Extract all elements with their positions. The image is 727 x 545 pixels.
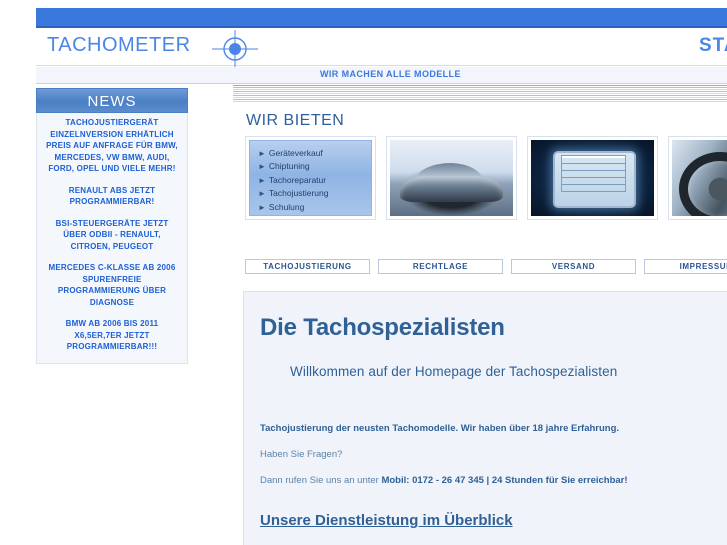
- brand-right-text: STANDARD: [699, 35, 727, 56]
- news-item: BMW AB 2006 BIS 2011 X6,5ER,7ER JETZT PR…: [65, 319, 159, 351]
- contact-phone: Mobil: 0172 - 26 47 345 | 24 Stunden für…: [381, 475, 628, 486]
- services-list-panel: ► Geräteverkauf ► Chiptuning ► Tachoreparat…: [245, 136, 376, 220]
- services-overview-link[interactable]: Unsere Dienstleistung im Überblick: [260, 512, 513, 529]
- service-label: Chiptuning: [268, 161, 310, 172]
- slogan-text: WIR MACHEN ALLE MODELLE: [320, 69, 461, 79]
- top-blue-band: [36, 8, 727, 28]
- offer-heading: WIR BIETEN: [246, 112, 345, 129]
- service-label: Tachojustierung: [268, 188, 329, 199]
- contact-prefix: Dann rufen Sie uns an unter: [260, 475, 382, 486]
- service-label: Schulung: [268, 201, 305, 212]
- site-logo-text[interactable]: TACHOMETER: [47, 34, 191, 57]
- nav-item-tachojustierung[interactable]: TACHOJUSTIERUNG: [245, 259, 370, 274]
- question-text: Haben Sie Fragen?: [260, 449, 343, 460]
- services-list: ► Geräteverkauf ► Chiptuning ► Tachoreparat…: [249, 140, 372, 216]
- news-item: BSI-STEUERGERÄTE JETZT ÜBER ODBII - RENA…: [55, 218, 169, 251]
- arrow-right-icon: ►: [258, 162, 266, 172]
- main-content-panel: Die Tachospezialisten Willkommen auf der…: [243, 291, 727, 545]
- sidebar: NEWS TACHOJUSTIERGERÄT EINZELNVERSION ER…: [36, 88, 188, 364]
- device-screen-photo: [527, 136, 658, 220]
- news-item: MERCEDES C-KLASSE AB 2006 SPURENFREIE PR…: [48, 263, 176, 307]
- steering-wheel-photo-image: [672, 140, 727, 216]
- site-container: TACHOMETER STANDARD WIR MACHEN ALLE MODE…: [36, 8, 727, 545]
- arrow-right-icon: ►: [258, 175, 266, 185]
- nav-item-impressum[interactable]: IMPRESSUM: [644, 259, 727, 274]
- service-label: Tachoreparatur: [268, 174, 327, 185]
- header-logo-row: TACHOMETER STANDARD: [36, 30, 727, 70]
- feature-strip: ► Geräteverkauf ► Chiptuning ► Tachoreparat…: [233, 136, 727, 220]
- arrow-right-icon: ►: [258, 149, 266, 158]
- welcome-text: Willkommen auf der Homepage der Tachospe…: [290, 364, 618, 379]
- intro-text: Tachojustierung der neusten Tachomodelle…: [260, 423, 620, 434]
- news-item: TACHOJUSTIERGERÄT EINZELNVERSION ERHÄTLI…: [46, 118, 178, 173]
- service-item[interactable]: ► Tachoreparatur: [258, 174, 371, 187]
- page-root: TACHOMETER STANDARD WIR MACHEN ALLE MODE…: [0, 0, 727, 545]
- service-item[interactable]: ► Chiptuning: [258, 160, 371, 173]
- steering-wheel-photo: [668, 136, 727, 220]
- decorative-stripes: [233, 85, 727, 102]
- sidebar-news-header: NEWS: [36, 88, 188, 113]
- device-screen-photo-image: [531, 140, 654, 216]
- nav-item-versand[interactable]: VERSAND: [511, 259, 636, 274]
- service-label: Geräteverkauf: [268, 148, 323, 158]
- service-item[interactable]: ► Schulung: [258, 201, 371, 214]
- slogan-bar: WIR MACHEN ALLE MODELLE: [36, 67, 727, 84]
- page-title: Die Tachospezialisten: [260, 314, 505, 341]
- content-column: WIR BIETEN ►Geräteverkauf ►Chiptuning: [233, 104, 727, 220]
- nav-item-rechtlage[interactable]: RECHTLAGE: [378, 259, 503, 274]
- arrow-right-icon: ►: [258, 189, 266, 199]
- news-item: RENAULT ABS JETZT PROGRAMMIERBAR!: [68, 185, 156, 207]
- car-photo: [386, 136, 517, 220]
- service-item[interactable]: ► Geräteverkauf: [258, 147, 371, 160]
- arrow-right-icon: ►: [258, 202, 266, 212]
- service-item[interactable]: ► Tachojustierung: [258, 187, 371, 200]
- contact-line: Dann rufen Sie uns an unter Mobil: 0172 …: [260, 475, 727, 486]
- nav-bar: TACHOJUSTIERUNG RECHTLAGE VERSAND IMPRES…: [233, 257, 727, 279]
- sidebar-news-body: TACHOJUSTIERGERÄT EINZELNVERSION ERHÄTLI…: [36, 113, 188, 364]
- crosshair-target-icon: [212, 30, 258, 70]
- car-photo-image: [390, 140, 513, 216]
